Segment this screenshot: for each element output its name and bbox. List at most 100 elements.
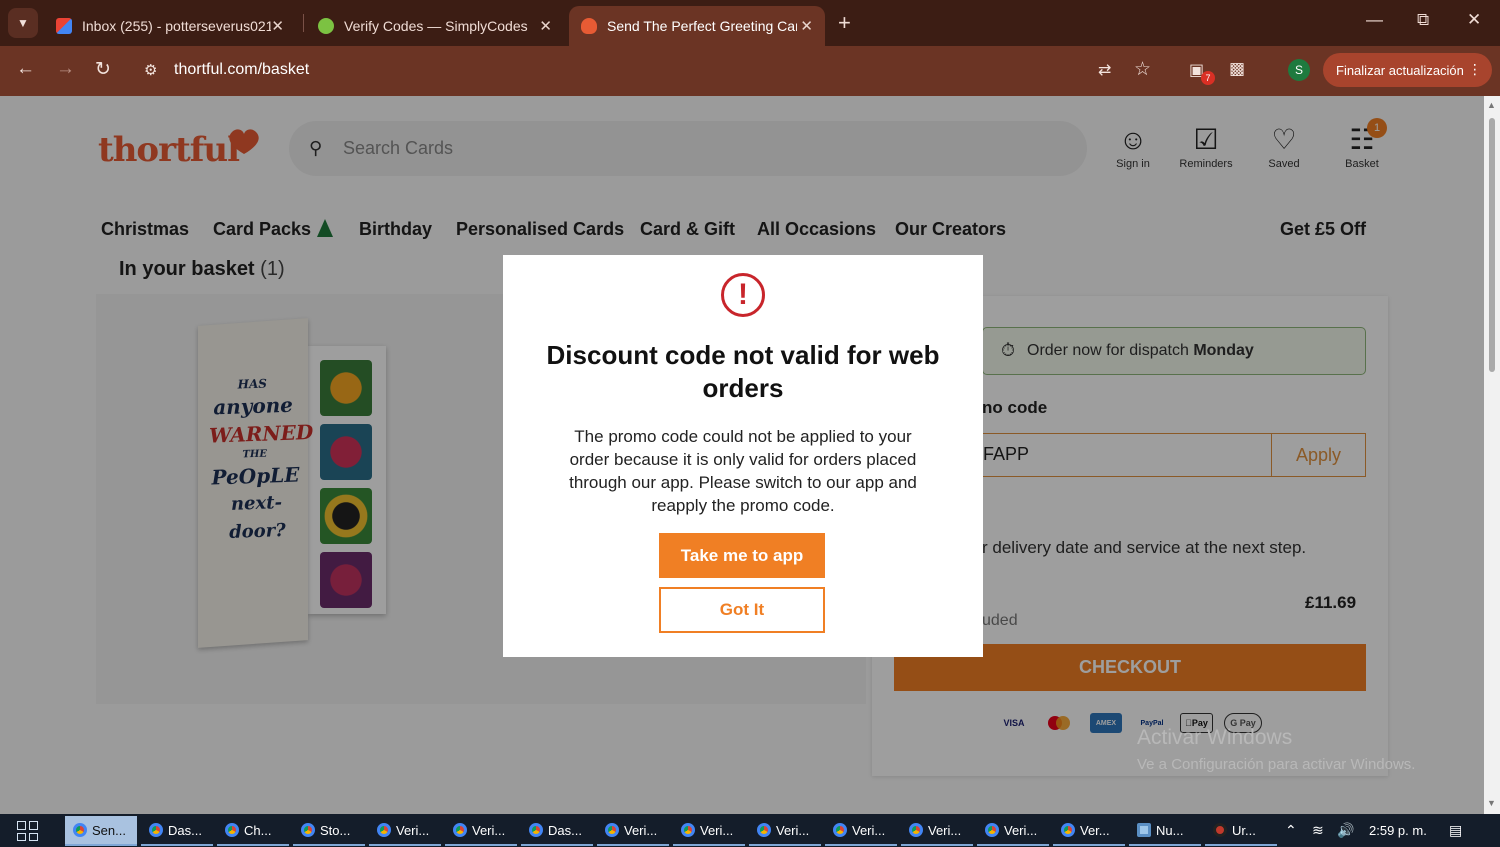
- chrome-icon: [681, 823, 695, 837]
- wifi-icon[interactable]: ≋: [1312, 822, 1324, 839]
- tab-title: Inbox (255) - potterseverus021(: [82, 18, 272, 34]
- tab-simplycodes[interactable]: Verify Codes — SimplyCodes ✕: [306, 6, 564, 46]
- site-settings-icon[interactable]: ⚙: [144, 61, 157, 79]
- taskbar-item-label: Nu...: [1156, 822, 1184, 838]
- taskbar-item-label: Veri...: [852, 822, 886, 838]
- chrome-icon: [529, 823, 543, 837]
- puzzle-icon[interactable]: ▩: [1229, 59, 1245, 79]
- new-tab-button[interactable]: +: [838, 10, 851, 36]
- chrome-icon: [605, 823, 619, 837]
- scroll-down-icon[interactable]: ▼: [1487, 798, 1496, 808]
- tab-separator: [303, 14, 304, 32]
- taskbar-item[interactable]: Nu...: [1129, 816, 1201, 846]
- chrome-icon: [149, 823, 163, 837]
- taskbar-item-label: Ch...: [244, 822, 272, 838]
- taskbar-item-label: Sto...: [320, 822, 351, 838]
- tab-gmail[interactable]: Inbox (255) - potterseverus021( ✕: [44, 6, 296, 46]
- taskbar-item[interactable]: Veri...: [749, 816, 821, 846]
- close-window-icon[interactable]: ✕: [1467, 10, 1481, 30]
- app-icon: [1213, 823, 1227, 837]
- update-button[interactable]: Finalizar actualización ⋮: [1323, 53, 1492, 87]
- taskbar-item-label: Ur...: [1232, 822, 1256, 838]
- simplycodes-icon: [318, 18, 334, 34]
- scroll-thumb[interactable]: [1489, 118, 1495, 372]
- taskbar-item[interactable]: Sen...: [65, 816, 137, 846]
- tab-title: Send The Perfect Greeting Card: [607, 18, 797, 34]
- chrome-icon: [1061, 823, 1075, 837]
- address-bar[interactable]: thortful.com/basket: [174, 61, 309, 79]
- taskbar-item[interactable]: Veri...: [597, 816, 669, 846]
- take-me-to-app-button[interactable]: Take me to app: [659, 533, 825, 578]
- taskbar-item[interactable]: Veri...: [673, 816, 745, 846]
- got-it-button[interactable]: Got It: [659, 587, 825, 633]
- taskbar-item[interactable]: Das...: [521, 816, 593, 846]
- taskbar-item[interactable]: Veri...: [977, 816, 1049, 846]
- chrome-icon: [453, 823, 467, 837]
- taskbar-item[interactable]: Veri...: [369, 816, 441, 846]
- notepad-icon: [1137, 823, 1151, 837]
- reload-icon[interactable]: ↻: [95, 58, 111, 81]
- bookmark-star-icon[interactable]: ☆: [1134, 58, 1151, 81]
- taskbar-item[interactable]: Veri...: [825, 816, 897, 846]
- chrome-icon: [225, 823, 239, 837]
- chrome-icon: [757, 823, 771, 837]
- volume-icon[interactable]: 🔊: [1337, 822, 1354, 839]
- page-scrollbar[interactable]: ▲ ▼: [1484, 96, 1500, 814]
- taskbar-item-label: Veri...: [700, 822, 734, 838]
- restore-icon[interactable]: ⧉: [1417, 10, 1429, 30]
- taskbar-item[interactable]: Ch...: [217, 816, 289, 846]
- chrome-icon: [377, 823, 391, 837]
- page: thortful ⚲ ☺ Sign in ☑ Reminders ♡ Saved…: [0, 96, 1484, 814]
- modal-title: Discount code not valid for web orders: [546, 340, 940, 403]
- taskbar-item[interactable]: Veri...: [901, 816, 973, 846]
- taskbar-item[interactable]: Das...: [141, 816, 213, 846]
- taskbar-item-label: Veri...: [1004, 822, 1038, 838]
- taskbar-item-label: Veri...: [776, 822, 810, 838]
- profile-avatar[interactable]: S: [1288, 59, 1310, 81]
- taskbar-item-label: Das...: [548, 822, 582, 838]
- browser-tab-bar: ▼ Inbox (255) - potterseverus021( ✕ Veri…: [0, 0, 1500, 46]
- more-menu-icon[interactable]: ⋮: [1468, 61, 1482, 78]
- windows-activation-title: Activar Windows: [1137, 726, 1293, 749]
- notifications-icon[interactable]: ▤: [1449, 822, 1462, 839]
- task-view-icon[interactable]: [17, 821, 39, 841]
- taskbar-item[interactable]: Sto...: [293, 816, 365, 846]
- taskbar-item[interactable]: Ver...: [1053, 816, 1125, 846]
- taskbar-item[interactable]: Veri...: [445, 816, 517, 846]
- minimize-icon[interactable]: —: [1366, 10, 1383, 30]
- close-tab-icon[interactable]: ✕: [271, 17, 284, 35]
- taskbar-item-label: Veri...: [928, 822, 962, 838]
- taskbar-item[interactable]: Ur...: [1205, 816, 1277, 846]
- modal-body: The promo code could not be applied to y…: [569, 427, 917, 515]
- discount-error-modal: ! Discount code not valid for web orders…: [503, 255, 983, 657]
- browser-toolbar: ← → ↻ ⚙ thortful.com/basket ⇄ ☆ ▣ 7 ▩ S …: [0, 46, 1500, 96]
- scroll-up-icon[interactable]: ▲: [1487, 100, 1496, 110]
- chrome-icon: [833, 823, 847, 837]
- tray-chevron-icon[interactable]: ⌃: [1285, 822, 1297, 839]
- tab-title: Verify Codes — SimplyCodes: [344, 18, 528, 34]
- taskbar-item-label: Veri...: [396, 822, 430, 838]
- taskbar-item-label: Sen...: [92, 822, 126, 838]
- taskbar-item-label: Das...: [168, 822, 202, 838]
- back-icon[interactable]: ←: [16, 58, 35, 80]
- forward-icon[interactable]: →: [56, 58, 75, 80]
- close-tab-icon[interactable]: ✕: [539, 17, 552, 35]
- close-tab-icon[interactable]: ✕: [800, 17, 813, 35]
- translate-icon[interactable]: ⇄: [1098, 60, 1111, 80]
- windows-activation-subtitle: Ve a Configuración para activar Windows.: [1137, 756, 1416, 773]
- thortful-icon: [581, 18, 597, 34]
- taskbar-item-label: Veri...: [624, 822, 658, 838]
- chrome-icon: [985, 823, 999, 837]
- update-label: Finalizar actualización: [1336, 62, 1464, 78]
- tab-thortful[interactable]: Send The Perfect Greeting Card ✕: [569, 6, 825, 46]
- taskbar-item-label: Ver...: [1080, 822, 1110, 838]
- chrome-icon: [73, 823, 87, 837]
- extension-badge: 7: [1201, 71, 1215, 85]
- windows-taskbar: Sen... Das... Ch... Sto... Veri... Veri.…: [0, 814, 1500, 847]
- alert-icon: !: [721, 273, 765, 317]
- taskbar-item-label: Veri...: [472, 822, 506, 838]
- tab-search-button[interactable]: ▼: [8, 8, 38, 38]
- chrome-icon: [301, 823, 315, 837]
- clock[interactable]: 2:59 p. m.: [1369, 823, 1427, 838]
- chrome-icon: [909, 823, 923, 837]
